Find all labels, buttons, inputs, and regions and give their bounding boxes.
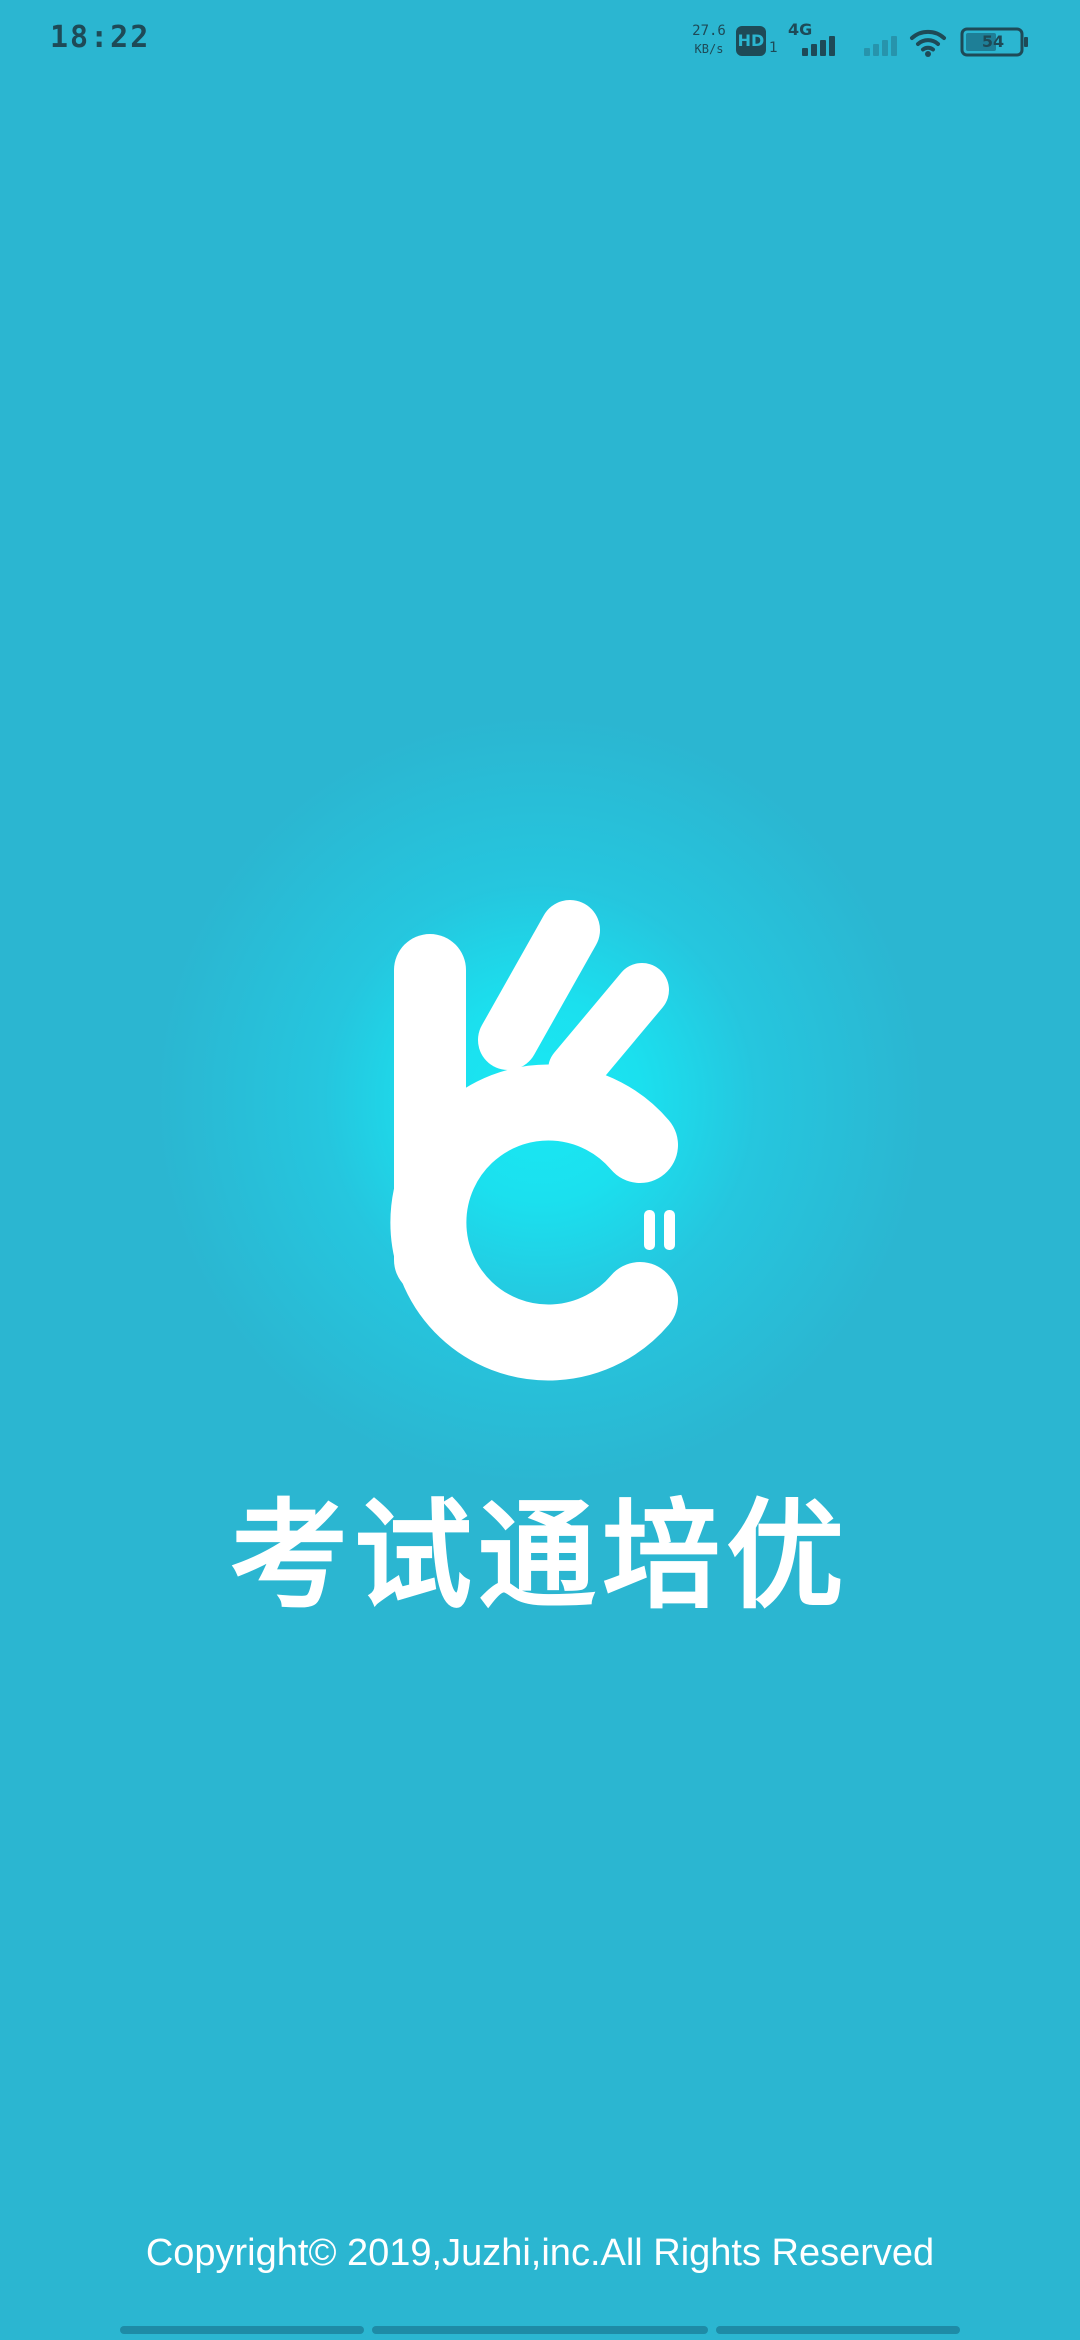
sim-slot-label: 1	[769, 40, 778, 56]
status-time: 18:22	[50, 20, 151, 55]
network-speed-value: 27.6	[692, 23, 726, 39]
signal-icon	[864, 36, 897, 56]
nav-segment	[120, 2326, 364, 2334]
battery-level: 54	[981, 32, 1005, 51]
hd-icon: HD	[736, 26, 766, 56]
network-speed: 27.6 KB/s	[684, 22, 734, 58]
navigation-gesture-bar[interactable]	[120, 2326, 960, 2334]
nav-segment	[716, 2326, 960, 2334]
network-speed-unit: KB/s	[694, 42, 724, 56]
ok-hand-logo-icon	[390, 900, 678, 1381]
nav-segment	[372, 2326, 708, 2334]
wifi-icon	[910, 29, 946, 57]
signal-icon	[802, 36, 835, 56]
app-name: 考试通培优	[229, 1487, 850, 1625]
copyright-text: Copyright© 2019,Juzhi,inc.All Rights Res…	[145, 2232, 935, 2274]
status-bar: 18:22 27.6 KB/s HD 1 4G 54	[0, 0, 1080, 80]
